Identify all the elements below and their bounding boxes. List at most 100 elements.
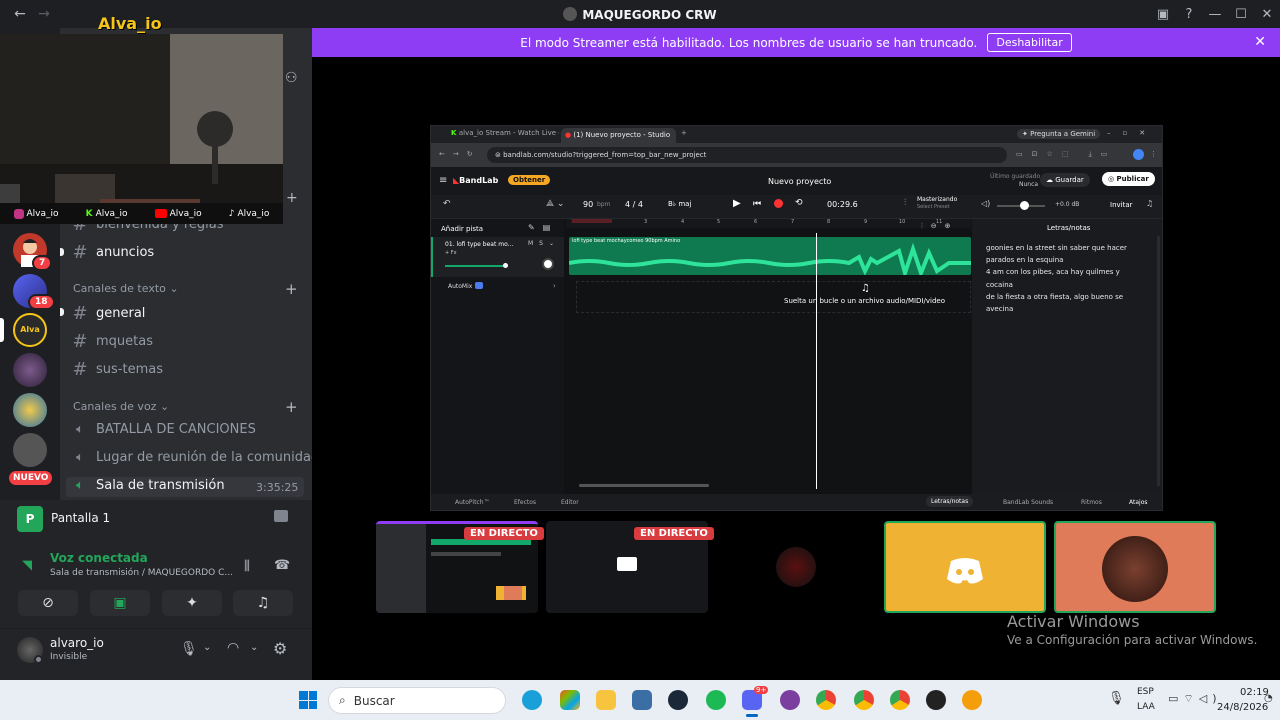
add-track-button[interactable]: Añadir pista	[441, 225, 483, 233]
volume-slider-thumb[interactable]	[1020, 201, 1029, 210]
tune-icon[interactable]: ⟁ ⌄	[546, 199, 564, 209]
voice-channel-active[interactable]: 🔈︎ Sala de transmisión	[72, 478, 225, 493]
fx-button[interactable]: + Fx	[445, 250, 457, 256]
bandlab-logo[interactable]: ◣BandLab	[453, 176, 498, 185]
volume-icon[interactable]: ◁)	[981, 199, 990, 208]
chrome-icon[interactable]	[890, 690, 910, 710]
lyrics-tab[interactable]: Letras/notas	[926, 496, 974, 507]
timeline-ruler[interactable]: 1 2 3 4 5 6 7 8 9 10 11	[566, 219, 971, 228]
add-server-icon[interactable]: +	[286, 190, 298, 206]
obs-icon[interactable]	[926, 690, 946, 710]
audio-clip[interactable]: lofi type beat mochaycomeo 90bpm Amino	[569, 237, 971, 275]
server-avatar-active[interactable]: Alva	[13, 313, 47, 347]
lyrics-scrollbar[interactable]	[1157, 236, 1160, 486]
participant-tile[interactable]	[715, 521, 877, 613]
server-avatar[interactable]	[13, 353, 47, 387]
add-friend-icon[interactable]: ⚇	[285, 70, 298, 86]
profile-icon[interactable]	[1133, 149, 1144, 160]
disconnect-icon[interactable]: ☎	[274, 558, 290, 573]
track-name[interactable]: 01. lofi type beat mo...	[445, 241, 513, 248]
explorer-icon[interactable]	[596, 690, 616, 710]
tempo-value[interactable]: 90	[583, 200, 593, 209]
activities-button[interactable]: ✦	[162, 590, 222, 616]
key-selector[interactable]: B♭ maj	[668, 200, 691, 208]
mastering-icon[interactable]: ⫶	[904, 198, 906, 208]
help-icon[interactable]: ?	[1176, 7, 1202, 22]
rhythms-tab[interactable]: Ritmos	[1081, 499, 1102, 506]
channel-general[interactable]: # general	[72, 303, 145, 324]
save-button[interactable]: ☁ Guardar	[1040, 173, 1090, 187]
gemini-button[interactable]: ✦ Pregunta a Gemini	[1017, 129, 1101, 139]
mastering-label[interactable]: Masterizando	[917, 196, 957, 203]
channel-anuncios[interactable]: # anuncios	[72, 242, 154, 263]
get-button[interactable]: Obtener	[508, 175, 551, 185]
horizontal-scrollbar[interactable]	[579, 484, 709, 487]
microphone-icon[interactable]: 🎙︎	[180, 641, 198, 657]
add-channel-icon[interactable]: +	[285, 398, 298, 416]
browser-extension-icons[interactable]: ▭⊡☆⬚ ⤓▭	[1016, 150, 1116, 159]
bandlab-sounds-tab[interactable]: BandLab Sounds	[1003, 499, 1053, 506]
loop-button[interactable]: ⟲	[795, 198, 803, 208]
taskbar-search[interactable]: ⌕ Buscar	[328, 687, 506, 714]
mic-tray-icon[interactable]: 🎙︎	[1108, 691, 1125, 706]
calculator-icon[interactable]	[632, 690, 652, 710]
participant-tile-discord[interactable]	[884, 521, 1046, 613]
server-avatar[interactable]	[13, 433, 47, 467]
shortcuts-tab[interactable]: Atajos	[1129, 499, 1148, 506]
mute-solo-buttons[interactable]: MS⌄	[528, 240, 560, 247]
undo-icon[interactable]: ↶	[443, 199, 451, 209]
notifications-icon[interactable]: ♫	[1146, 199, 1153, 208]
settings-gear-icon[interactable]: ⚙	[273, 639, 287, 658]
browser-menu-icon[interactable]: ⋮	[1150, 150, 1157, 158]
autopitch-tab[interactable]: AutoPitch™	[455, 499, 490, 506]
chrome-icon[interactable]	[854, 690, 874, 710]
notification-bell-icon[interactable]: ◔	[1264, 693, 1273, 704]
play-button[interactable]: ▶	[733, 198, 741, 209]
app-icon[interactable]	[780, 690, 800, 710]
maximize-icon[interactable]: ☐	[1228, 7, 1254, 22]
channel-sus-temas[interactable]: # sus-temas	[72, 359, 163, 380]
address-bar[interactable]: ⊜ bandlab.com/studio?triggered_from=top_…	[487, 147, 1007, 163]
chevron-down-icon[interactable]: ⌄	[203, 642, 211, 653]
chrome-icon[interactable]	[816, 690, 836, 710]
minimize-icon[interactable]: —	[1202, 7, 1228, 22]
edge-icon[interactable]	[522, 690, 542, 710]
start-button[interactable]	[299, 691, 317, 709]
invite-button[interactable]: Invitar	[1110, 201, 1133, 209]
playhead[interactable]	[816, 233, 817, 489]
headphones-icon[interactable]: ◠	[227, 640, 239, 656]
close-window-icon[interactable]: ✕	[1254, 7, 1280, 22]
automix-chevron-icon[interactable]: ›	[553, 282, 556, 290]
chevron-down-icon[interactable]: ⌄	[250, 642, 258, 653]
lang-layout[interactable]: LAA	[1137, 702, 1155, 712]
new-tab-icon[interactable]: +	[681, 129, 687, 137]
tray-icons[interactable]: ▭⌔◁)	[1168, 692, 1221, 706]
steam-icon[interactable]	[668, 690, 688, 710]
soundboard-button[interactable]: ♫	[233, 590, 293, 616]
track-tools-icons[interactable]: ✎▤	[528, 223, 558, 232]
lang-indicator[interactable]: ESP	[1137, 687, 1154, 697]
close-banner-icon[interactable]: ✕	[1254, 34, 1266, 50]
clock-date[interactable]: 24/8/2026	[1217, 702, 1268, 713]
stop-share-icon[interactable]	[274, 510, 288, 522]
browser-tab[interactable]: K alva_io Stream - Watch Live on	[451, 129, 559, 143]
effects-tab[interactable]: Efectos	[514, 499, 536, 506]
zoom-controls[interactable]: ⫶⊖⊕	[921, 222, 958, 231]
participant-tile[interactable]	[1054, 521, 1216, 613]
skip-back-button[interactable]: ⏮︎	[753, 199, 761, 209]
camera-off-button[interactable]: ⊘	[18, 590, 78, 616]
inbox-icon[interactable]: ▣	[1150, 7, 1176, 22]
server-avatar[interactable]	[13, 393, 47, 427]
username[interactable]: alvaro_io	[50, 636, 104, 650]
share-screen-button[interactable]: ▣	[90, 590, 150, 616]
category-text-channels[interactable]: Canales de texto ⌄	[73, 282, 179, 295]
voice-channel[interactable]: 🔈︎ BATALLA DE CANCIONES	[72, 422, 256, 437]
spotify-icon[interactable]	[706, 690, 726, 710]
lyrics-text[interactable]: goonies en la street sin saber que hacer…	[986, 242, 1146, 315]
track-volume-slider[interactable]	[445, 265, 505, 267]
voice-location[interactable]: Sala de transmisión / MAQUEGORDO C...	[50, 568, 233, 578]
preset-label[interactable]: Select Preset	[917, 204, 950, 210]
channel-mquetas[interactable]: # mquetas	[72, 331, 153, 352]
publish-button[interactable]: ◎ Publicar	[1102, 172, 1155, 186]
hamburger-menu-icon[interactable]: ≡	[439, 175, 447, 186]
